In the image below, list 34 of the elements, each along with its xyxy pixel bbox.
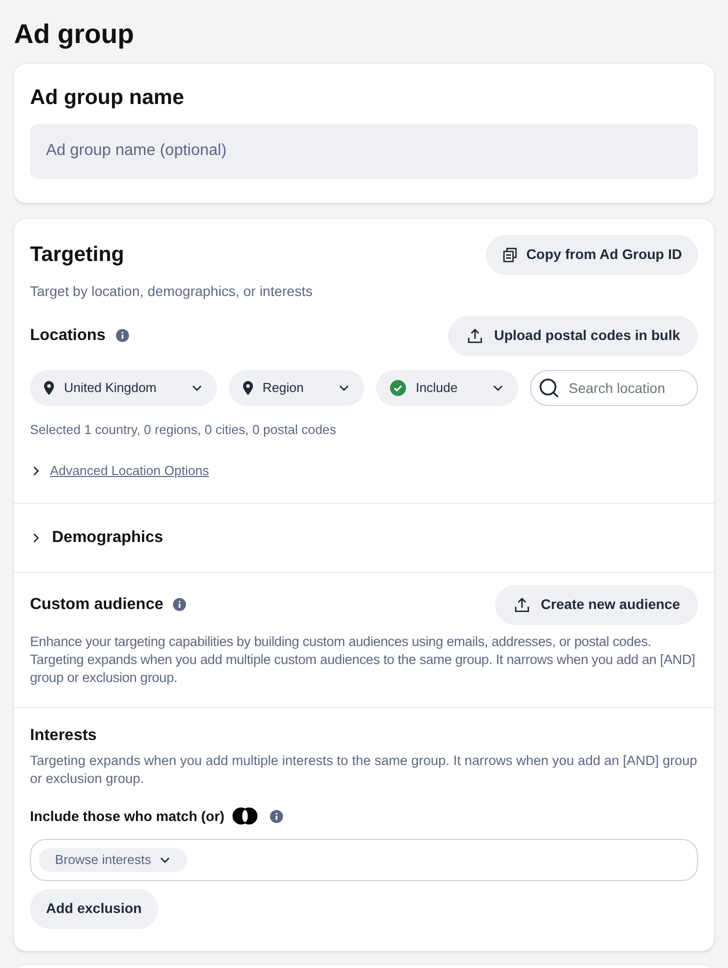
ad-group-name-field[interactable]: Ad group name (optional) xyxy=(30,124,698,178)
copy-icon xyxy=(502,246,518,262)
info-icon xyxy=(116,329,129,342)
info-icon xyxy=(173,598,186,611)
search-icon xyxy=(538,376,560,398)
upload-icon xyxy=(512,596,531,614)
section-title: Interests xyxy=(30,726,98,746)
selection-summary: Selected 1 country, 0 regions, 0 cities, 0 postal codes xyxy=(30,420,338,439)
browse-interests-button[interactable]: Browse interests xyxy=(39,848,188,872)
upload-icon xyxy=(466,326,484,344)
search-field[interactable]: Search location xyxy=(530,370,698,406)
page-title: Ad group xyxy=(14,18,135,51)
location-dropdown[interactable]: United Kingdom xyxy=(30,370,216,406)
pin-icon xyxy=(242,380,252,394)
advanced-options-link[interactable]: Advanced Location Options xyxy=(50,461,209,480)
upload-button[interactable]: Upload postal codes in bulk xyxy=(448,316,698,356)
section-title: Custom audience xyxy=(30,594,164,614)
overlap-circles-icon xyxy=(232,807,258,825)
card-title: Ad group name xyxy=(30,85,186,111)
add-exclusion-button[interactable]: Add exclusion xyxy=(30,888,158,928)
match-label: Include those who match (or) xyxy=(30,806,224,826)
card-title: Targeting xyxy=(30,242,124,268)
section-title: Locations xyxy=(30,326,106,346)
targeting-subtitle: Target by location, demographics, or interests xyxy=(30,282,314,301)
check-circle-icon xyxy=(390,380,406,396)
location-dropdown[interactable]: Region xyxy=(228,370,364,406)
interests-description: Targeting expands when you add multiple interests to the same group. It narrows when you add an [AND] group or exclusion group. xyxy=(30,752,698,788)
info-icon xyxy=(270,810,284,822)
demographics-toggle[interactable]: Demographics xyxy=(52,526,164,550)
audience-description: Enhance your targeting capabilities by building custom audiences using emails, addresses, or postal codes. Targeting expands when you add multiple custom audiences to the same group. It narrows when you add an [AND] group or exclusion group. xyxy=(30,632,696,686)
pin-icon xyxy=(44,380,54,394)
copy-button[interactable]: Copy from Ad Group ID xyxy=(486,234,698,274)
location-dropdown[interactable]: Include xyxy=(376,370,518,406)
create-audience-button[interactable]: Create new audience xyxy=(494,584,698,624)
